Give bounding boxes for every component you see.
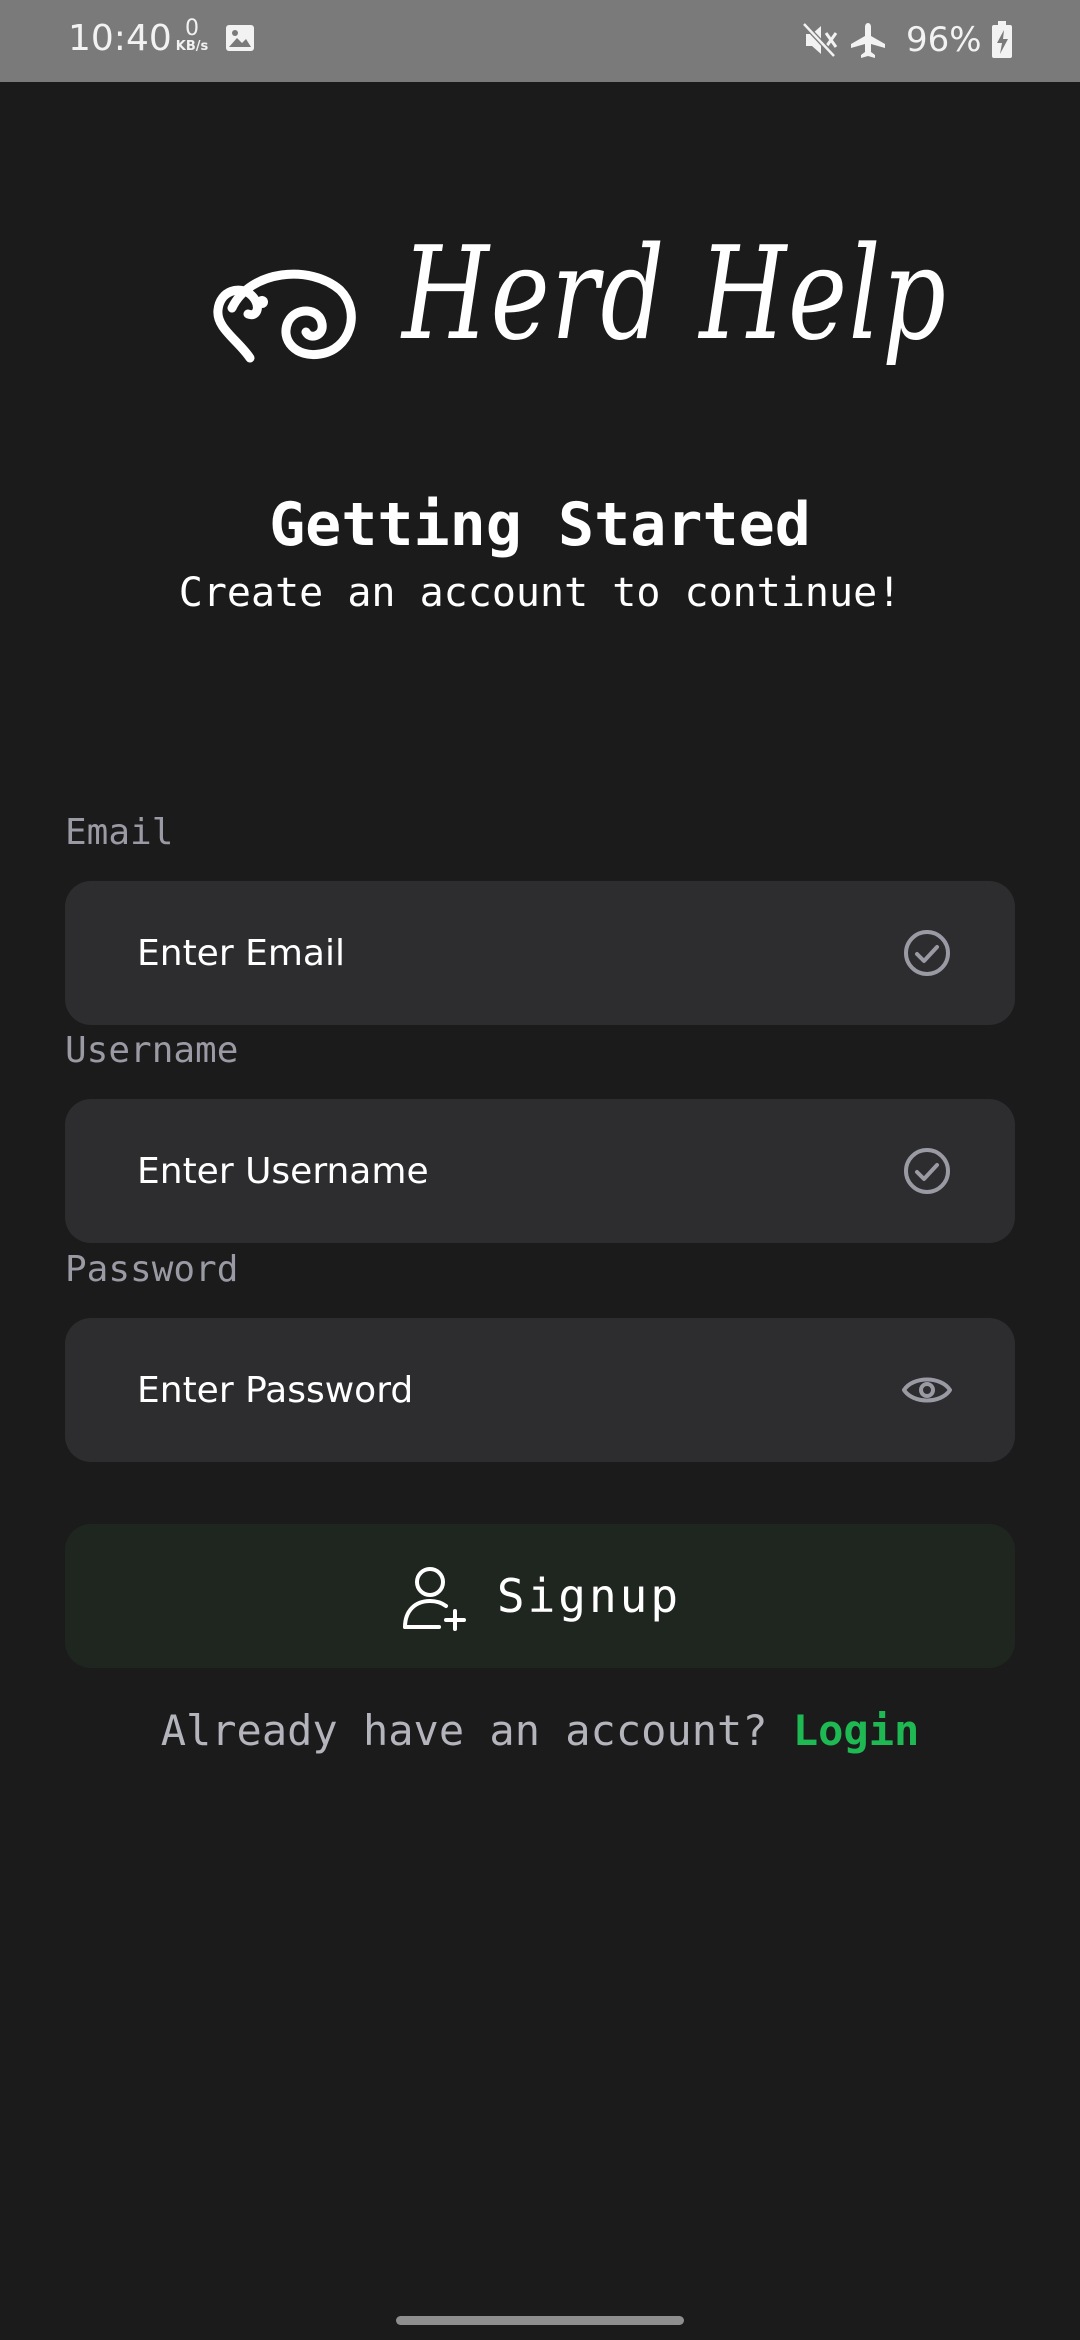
status-bar: 10:40 0 KB/s 96% xyxy=(0,0,1080,82)
app-name: Herd Help xyxy=(402,220,948,369)
add-user-icon xyxy=(402,1567,466,1631)
login-prompt: Already have an account? Login xyxy=(0,1706,1080,1755)
password-label: Password xyxy=(65,1249,239,1290)
net-speed: 0 KB/s xyxy=(170,18,214,54)
signup-label: Signup xyxy=(496,1569,682,1623)
battery-charging-icon xyxy=(992,21,1012,58)
username-label: Username xyxy=(65,1030,239,1071)
mute-icon xyxy=(802,22,838,58)
email-field-container xyxy=(65,881,1015,1025)
password-field[interactable] xyxy=(137,1318,897,1462)
gallery-icon xyxy=(226,25,254,51)
password-field-container xyxy=(65,1318,1015,1462)
username-field-container xyxy=(65,1099,1015,1243)
username-field[interactable] xyxy=(137,1099,897,1243)
page-title: Getting Started xyxy=(269,490,811,560)
net-speed-value: 0 xyxy=(185,16,199,41)
login-link[interactable]: Login xyxy=(793,1706,919,1755)
status-time: 10:40 xyxy=(68,18,172,59)
signup-button[interactable]: Signup xyxy=(65,1524,1015,1668)
email-field[interactable] xyxy=(137,881,897,1025)
app-logo: Herd Help xyxy=(210,220,946,400)
home-indicator[interactable] xyxy=(396,2316,684,2325)
login-prompt-text: Already have an account? xyxy=(160,1706,768,1755)
snail-icon xyxy=(213,269,356,363)
check-circle-icon xyxy=(904,1148,950,1194)
page-subtitle: Create an account to continue! xyxy=(178,570,902,616)
net-speed-unit: KB/s xyxy=(175,39,209,54)
battery-percent: 96% xyxy=(906,20,982,60)
email-label: Email xyxy=(65,812,174,853)
eye-icon[interactable] xyxy=(899,1364,955,1416)
check-circle-icon xyxy=(904,930,950,976)
airplane-mode-icon xyxy=(851,23,885,58)
signup-screen: 10:40 0 KB/s 96% Herd Help Getting Start… xyxy=(0,0,1080,2340)
